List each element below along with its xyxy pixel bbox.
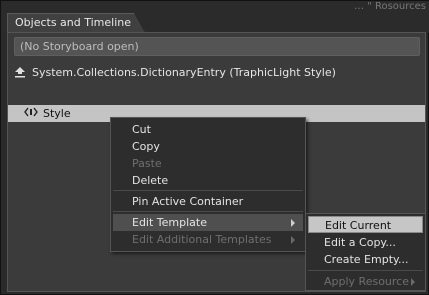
submenu-arrow-icon [411, 278, 415, 286]
storyboard-status: (No Storyboard open) [20, 40, 139, 53]
submenu-item-edit-current[interactable]: Edit Current [308, 216, 423, 233]
menu-item-paste: Paste [113, 155, 303, 172]
menu-label: Edit a Copy... [324, 236, 396, 249]
menu-separator [113, 190, 303, 191]
truncated-tab-text: … " Rosources [354, 1, 426, 12]
scope-up-icon[interactable] [14, 66, 26, 78]
menu-item-copy[interactable]: Copy [113, 138, 303, 155]
menu-label: Edit Additional Templates [132, 233, 272, 246]
tab-label: Objects and Timeline [15, 16, 132, 29]
menu-item-edit-template[interactable]: Edit Template [113, 214, 303, 231]
menu-label: Pin Active Container [132, 195, 244, 208]
menu-label: Create Empty... [324, 253, 409, 266]
menu-label: Edit Template [132, 216, 207, 229]
menu-label: Apply Resource [324, 275, 409, 288]
menu-item-edit-additional-templates: Edit Additional Templates [113, 231, 303, 248]
context-menu: Cut Copy Paste Delete Pin Active Contain… [110, 117, 306, 252]
submenu-item-apply-resource: Apply Resource [308, 273, 423, 290]
submenu-arrow-icon [291, 236, 295, 244]
tree-item-label: Style [43, 107, 71, 120]
menu-label: Paste [132, 157, 162, 170]
edit-template-submenu: Edit Current Edit a Copy... Create Empty… [305, 213, 426, 291]
app-window: Objects and Timeline … " Rosources (No S… [0, 0, 429, 295]
submenu-arrow-icon [291, 219, 295, 227]
scope-label: System.Collections.DictionaryEntry (Trap… [32, 65, 336, 79]
storyboard-picker[interactable]: (No Storyboard open) [14, 37, 420, 56]
menu-separator [308, 270, 423, 271]
style-element-icon [24, 106, 38, 121]
submenu-item-edit-a-copy[interactable]: Edit a Copy... [308, 234, 423, 251]
menu-separator [113, 211, 303, 212]
menu-item-pin-active-container[interactable]: Pin Active Container [113, 193, 303, 210]
tab-objects-and-timeline[interactable]: Objects and Timeline [7, 13, 145, 33]
submenu-item-create-empty[interactable]: Create Empty... [308, 251, 423, 268]
menu-item-delete[interactable]: Delete [113, 172, 303, 189]
menu-label: Delete [132, 174, 169, 187]
menu-label: Copy [132, 140, 160, 153]
menu-label: Edit Current [325, 219, 392, 232]
menu-label: Cut [132, 123, 151, 136]
menu-item-cut[interactable]: Cut [113, 121, 303, 138]
scope-up-row[interactable]: System.Collections.DictionaryEntry (Trap… [14, 64, 336, 80]
panel-header: Objects and Timeline … " Rosources [1, 1, 429, 33]
